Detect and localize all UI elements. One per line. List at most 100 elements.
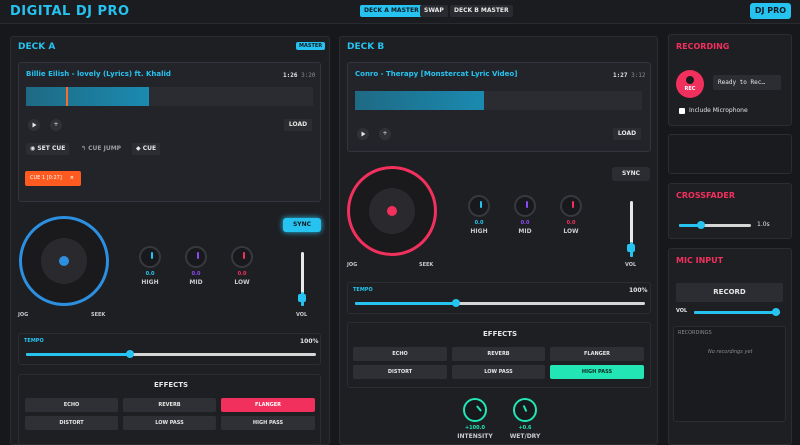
recording-status: Ready to Rec… xyxy=(713,75,781,90)
top-bar: DIGITAL DJ PRO DECK A MASTER SWAP DECK B… xyxy=(0,0,800,24)
deck-b-master-button[interactable]: DECK B MASTER xyxy=(450,5,513,17)
deck-a-sync-button[interactable]: SYNC xyxy=(283,218,321,232)
knob-indicator xyxy=(522,404,528,413)
deck-b-low-value: 0.0 xyxy=(566,220,576,226)
deck-b-high-knob[interactable] xyxy=(468,195,490,217)
deck-b-waveform[interactable] xyxy=(355,91,642,110)
deck-a-mid-value: 0.0 xyxy=(191,271,201,277)
deck-a-play-button[interactable] xyxy=(28,119,40,131)
deck-b-mid-value: 0.0 xyxy=(520,220,530,226)
deck-b-add-button[interactable]: + xyxy=(379,128,391,140)
intensity-knob[interactable] xyxy=(463,398,487,422)
deck-a-tempo-label: TEMPO xyxy=(24,338,44,344)
deck-a-effects-title: EFFECTS xyxy=(154,381,189,389)
knob-indicator xyxy=(197,252,199,259)
spacer-panel xyxy=(668,134,792,174)
mic-volume-slider[interactable] xyxy=(694,308,780,316)
deck-a-volume-handle[interactable] xyxy=(298,294,306,302)
play-icon xyxy=(361,131,366,137)
knob-indicator xyxy=(480,201,482,208)
set-cue-icon: ◉ xyxy=(30,145,36,152)
deck-a-fx-distort[interactable]: DISTORT xyxy=(25,416,118,430)
crossfader-handle[interactable] xyxy=(696,221,705,229)
crossfader-slider[interactable] xyxy=(679,221,751,229)
deck-a-cue-marker xyxy=(66,87,68,106)
deck-b-low-knob[interactable] xyxy=(560,195,582,217)
deck-b-eq-high[interactable]: 0.0 HIGH xyxy=(465,195,493,235)
deck-b-time-total: 3:12 xyxy=(631,72,646,79)
deck-a-fx-low-pass[interactable]: LOW PASS xyxy=(123,416,216,430)
deck-a-jog-wheel[interactable] xyxy=(19,216,109,306)
deck-b-seek-label: SEEK xyxy=(419,262,434,268)
cue-label: CUE xyxy=(142,145,157,152)
cue-remove-icon[interactable]: × xyxy=(70,171,74,186)
deck-a-fx-reverb[interactable]: REVERB xyxy=(123,398,216,412)
wet-dry-label: WET/DRY xyxy=(509,433,541,440)
mic-volume-handle[interactable] xyxy=(772,308,780,316)
deck-b-high-label: HIGH xyxy=(470,228,488,235)
deck-a-mid-label: MID xyxy=(189,279,203,286)
deck-b-fx-flanger[interactable]: FLANGER xyxy=(550,347,644,361)
crossfader-title: CROSSFADER xyxy=(676,191,735,200)
deck-a-add-button[interactable]: + xyxy=(50,119,62,131)
fx-wet-dry[interactable]: +0.6 WET/DRY xyxy=(506,398,544,440)
set-cue-button[interactable]: ◉ SET CUE xyxy=(26,143,70,155)
deck-b-tempo-box: TEMPO 100% xyxy=(347,282,651,314)
deck-b-fx-low-pass[interactable]: LOW PASS xyxy=(452,365,545,379)
deck-a-waveform-progress xyxy=(26,87,150,106)
include-microphone-label: Include Microphone xyxy=(689,107,748,114)
cue-jump-label: CUE JUMP xyxy=(88,145,122,152)
deck-b-track-card: Conro - Therapy [Monstercat Lyric Video]… xyxy=(347,62,651,152)
deck-b-fx-high-pass[interactable]: HIGH PASS xyxy=(550,365,644,379)
deck-a-load-button[interactable]: LOAD xyxy=(284,119,312,131)
deck-b-eq-low[interactable]: 0.0 LOW xyxy=(557,195,585,235)
cue-jump-button[interactable]: ↰ CUE JUMP xyxy=(77,143,125,155)
deck-a-tempo-handle[interactable] xyxy=(126,350,134,358)
deck-b-tempo-handle[interactable] xyxy=(452,299,460,307)
cue-point-item[interactable]: CUE 1 [0:27] × xyxy=(25,171,81,186)
deck-b-eq-mid[interactable]: 0.0 MID xyxy=(511,195,539,235)
deck-a-high-knob[interactable] xyxy=(139,246,161,268)
mic-volume-fill xyxy=(694,311,778,314)
deck-a-fx-echo[interactable]: ECHO xyxy=(25,398,118,412)
deck-a-vol-label: VOL xyxy=(296,312,308,318)
wet-dry-knob[interactable] xyxy=(513,398,537,422)
deck-b-load-button[interactable]: LOAD xyxy=(613,128,641,140)
swap-button[interactable]: SWAP xyxy=(420,5,448,17)
mic-record-button[interactable]: RECORD xyxy=(676,283,783,302)
deck-a-low-knob[interactable] xyxy=(231,246,253,268)
deck-a-fx-flanger[interactable]: FLANGER xyxy=(221,398,315,412)
deck-b-jog-label: JOG xyxy=(347,262,358,268)
deck-a-title: DECK A xyxy=(18,42,56,52)
master-badge: MASTER xyxy=(296,42,326,50)
set-cue-label: SET CUE xyxy=(37,145,66,152)
fx-intensity[interactable]: +100.0 INTENSITY xyxy=(456,398,494,440)
cue-button[interactable]: ◆ CUE xyxy=(132,143,161,155)
deck-a-tempo-box: TEMPO 100% xyxy=(18,333,321,365)
deck-a-fx-high-pass[interactable]: HIGH PASS xyxy=(221,416,315,430)
rec-button[interactable]: REC xyxy=(676,70,704,98)
deck-a-master-button[interactable]: DECK A MASTER xyxy=(360,5,423,17)
deck-a-mid-knob[interactable] xyxy=(185,246,207,268)
deck-b-mid-knob[interactable] xyxy=(514,195,536,217)
deck-a-eq-low[interactable]: 0.0 LOW xyxy=(228,246,256,286)
deck-a-tempo-slider[interactable] xyxy=(26,350,316,358)
deck-b-jog-wheel[interactable] xyxy=(347,166,437,256)
deck-b-waveform-progress xyxy=(355,91,485,110)
deck-a-low-label: LOW xyxy=(234,279,250,286)
deck-b-jog-center xyxy=(387,206,397,216)
deck-a-waveform[interactable] xyxy=(26,87,313,106)
deck-b-fx-reverb[interactable]: REVERB xyxy=(452,347,545,361)
deck-b-fx-echo[interactable]: ECHO xyxy=(353,347,447,361)
dj-pro-button[interactable]: DJ PRO xyxy=(750,3,791,19)
deck-b-tempo-slider[interactable] xyxy=(355,299,645,307)
deck-b-volume-handle[interactable] xyxy=(627,244,635,252)
deck-b-sync-button[interactable]: SYNC xyxy=(612,167,650,181)
wet-dry-value: +0.6 xyxy=(518,425,532,431)
deck-b-fx-distort[interactable]: DISTORT xyxy=(353,365,447,379)
cue-icon: ◆ xyxy=(136,145,141,152)
deck-b-play-button[interactable] xyxy=(357,128,369,140)
deck-a-eq-high[interactable]: 0.0 HIGH xyxy=(136,246,164,286)
include-microphone-checkbox[interactable] xyxy=(679,108,685,114)
deck-a-eq-mid[interactable]: 0.0 MID xyxy=(182,246,210,286)
